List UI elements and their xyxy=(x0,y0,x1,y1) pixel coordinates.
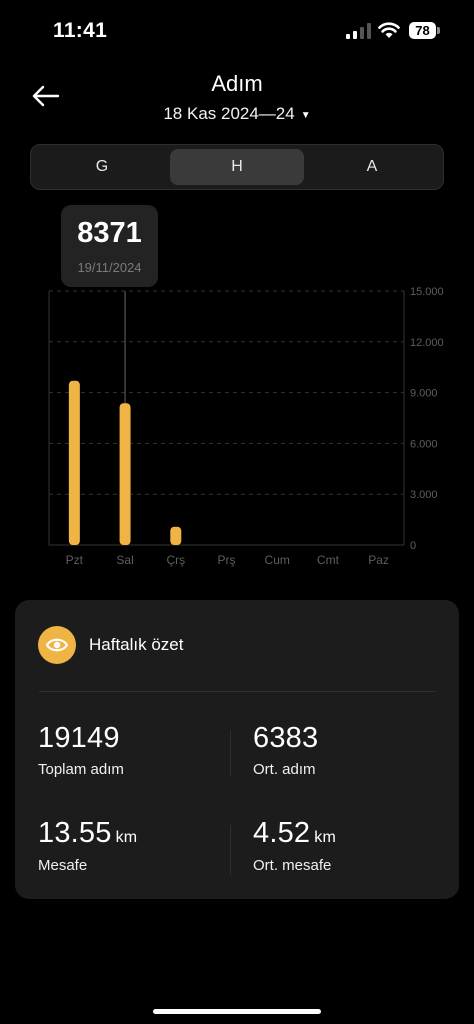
chart-bar[interactable] xyxy=(68,380,80,545)
stat-column-divider xyxy=(230,730,231,776)
y-tick-label: 15.000 xyxy=(410,286,444,298)
status-bar: 11:41 78 xyxy=(0,0,474,60)
x-tick-label: Pzt xyxy=(66,553,84,567)
summary-divider xyxy=(39,691,436,692)
avg-distance-value: 4.52 km xyxy=(253,817,336,849)
date-range-label: 18 Kas 2024—24 xyxy=(163,104,295,123)
y-tick-label: 12.000 xyxy=(410,337,444,349)
status-time: 11:41 xyxy=(53,19,108,42)
wifi-icon xyxy=(378,22,400,38)
summary-title: Haftalık özet xyxy=(89,635,184,654)
tab-day[interactable]: G xyxy=(35,149,169,185)
cellular-signal-icon xyxy=(346,23,371,39)
avg-distance-unit: km xyxy=(314,829,336,846)
avg-steps-label: Ort. adım xyxy=(253,761,316,778)
y-tick-label: 3.000 xyxy=(410,489,438,501)
y-tick-label: 0 xyxy=(410,540,416,552)
avg-distance-label: Ort. mesafe xyxy=(253,857,332,874)
x-tick-label: Cum xyxy=(265,553,290,567)
eye-icon xyxy=(38,626,76,664)
tab-week[interactable]: H xyxy=(170,149,304,185)
distance-unit: km xyxy=(115,829,138,846)
y-tick-label: 9.000 xyxy=(410,388,438,400)
x-tick-label: Sal xyxy=(116,553,133,567)
chart-tooltip: 8371 19/11/2024 xyxy=(61,205,158,287)
distance-label: Mesafe xyxy=(38,857,88,874)
tooltip-date: 19/11/2024 xyxy=(77,260,142,275)
stat-column-divider xyxy=(230,825,231,875)
total-steps-value: 19149 xyxy=(38,722,120,754)
chart-bar[interactable] xyxy=(170,526,182,545)
distance-value: 13.55 km xyxy=(38,817,138,849)
battery-tip xyxy=(437,27,440,34)
avg-steps-value: 6383 xyxy=(253,722,319,754)
chart-bar[interactable] xyxy=(119,403,131,545)
steps-bar-chart[interactable]: 0 3.000 6.000 9.000 12.000 15.000 Pzt Sal Çrş Prş… xyxy=(0,280,474,580)
caret-down-icon: ▼ xyxy=(300,109,311,121)
x-tick-label: Paz xyxy=(368,553,389,567)
total-steps-label: Toplam adım xyxy=(38,761,124,778)
y-tick-label: 6.000 xyxy=(410,438,438,450)
date-range-selector[interactable]: 18 Kas 2024—24 ▼ xyxy=(0,104,474,124)
battery-level: 78 xyxy=(415,23,430,38)
weekly-summary-card: Haftalık özet 19149 Toplam adım 6383 Ort… xyxy=(15,600,459,899)
x-tick-label: Cmt xyxy=(317,553,340,567)
home-indicator[interactable] xyxy=(153,1009,321,1014)
x-tick-label: Prş xyxy=(218,553,236,567)
tooltip-value: 8371 xyxy=(77,217,142,249)
x-tick-label: Çrş xyxy=(166,553,185,567)
page-title: Adım xyxy=(211,71,263,96)
tab-month[interactable]: A xyxy=(305,149,439,185)
period-segmented-control: G H A xyxy=(30,144,444,190)
battery-icon: 78 xyxy=(409,22,436,39)
